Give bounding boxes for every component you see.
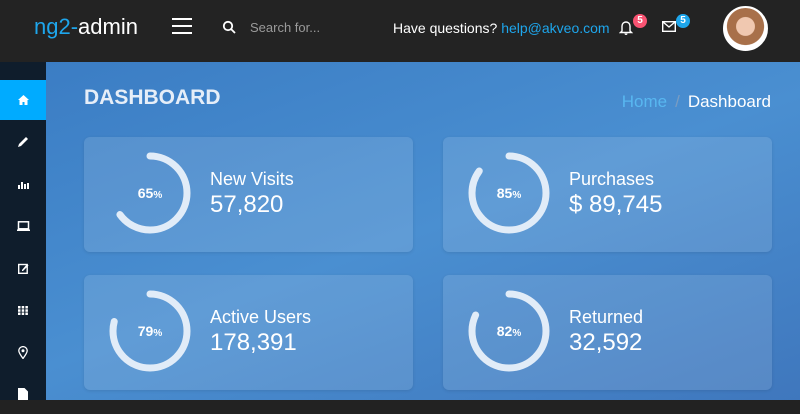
- sidebar-item-forms[interactable]: [0, 248, 46, 288]
- edit-icon: [17, 263, 28, 274]
- home-icon: [17, 95, 29, 105]
- bar-chart-icon: [17, 181, 29, 189]
- breadcrumb: Home / Dashboard: [621, 92, 771, 111]
- stat-label: New Visits: [210, 169, 294, 189]
- sidebar-item-ui[interactable]: [0, 206, 46, 246]
- bell-icon[interactable]: [619, 20, 633, 35]
- breadcrumb-home-link[interactable]: Home: [622, 92, 667, 111]
- stat-value: 32,592: [569, 329, 643, 356]
- pencil-icon: [18, 137, 28, 147]
- page-title: DASHBOARD: [84, 86, 221, 109]
- stat-card: 79% Active Users 178,391: [84, 275, 413, 390]
- stat-card: 85% Purchases $ 89,745: [443, 137, 772, 252]
- stat-label: Active Users: [210, 307, 312, 327]
- percent-label: 65%: [137, 185, 163, 201]
- mail-icon[interactable]: [662, 21, 676, 32]
- grid-icon: [18, 305, 28, 315]
- messages-badge: 5: [676, 14, 690, 28]
- stat-label: Purchases: [569, 169, 655, 189]
- stat-value: $ 89,745: [569, 191, 663, 218]
- logo[interactable]: ng2-admin: [34, 14, 138, 40]
- help-email-link[interactable]: help@akveo.com: [501, 20, 609, 36]
- percent-label: 82%: [496, 323, 522, 339]
- sidebar-item-tables[interactable]: [0, 290, 46, 330]
- sidebar: [0, 62, 46, 400]
- sidebar-item-editors[interactable]: [0, 122, 46, 162]
- map-marker-icon: [18, 345, 28, 359]
- avatar[interactable]: [723, 6, 768, 51]
- sidebar-item-dashboard[interactable]: [0, 80, 46, 120]
- sidebar-item-maps[interactable]: [0, 332, 46, 372]
- percent-label: 79%: [137, 323, 163, 339]
- notifications-badge: 5: [633, 14, 647, 28]
- sidebar-item-pages[interactable]: [0, 374, 46, 414]
- sidebar-item-charts[interactable]: [0, 164, 46, 204]
- stat-value: 57,820: [210, 191, 284, 218]
- menu-toggle-icon[interactable]: [172, 18, 192, 34]
- laptop-icon: [16, 221, 30, 231]
- search-input[interactable]: [250, 20, 370, 35]
- help-text: Have questions? help@akveo.com: [393, 20, 610, 36]
- top-bar: ng2-admin Have questions? help@akveo.com…: [0, 0, 800, 62]
- stat-card: 65% New Visits 57,820: [84, 137, 413, 252]
- stat-card: 82% Returned 32,592: [443, 275, 772, 390]
- file-icon: [18, 388, 28, 400]
- stat-value: 178,391: [210, 329, 297, 356]
- stat-label: Returned: [569, 307, 644, 327]
- percent-label: 85%: [496, 185, 522, 201]
- search-icon: [222, 20, 236, 34]
